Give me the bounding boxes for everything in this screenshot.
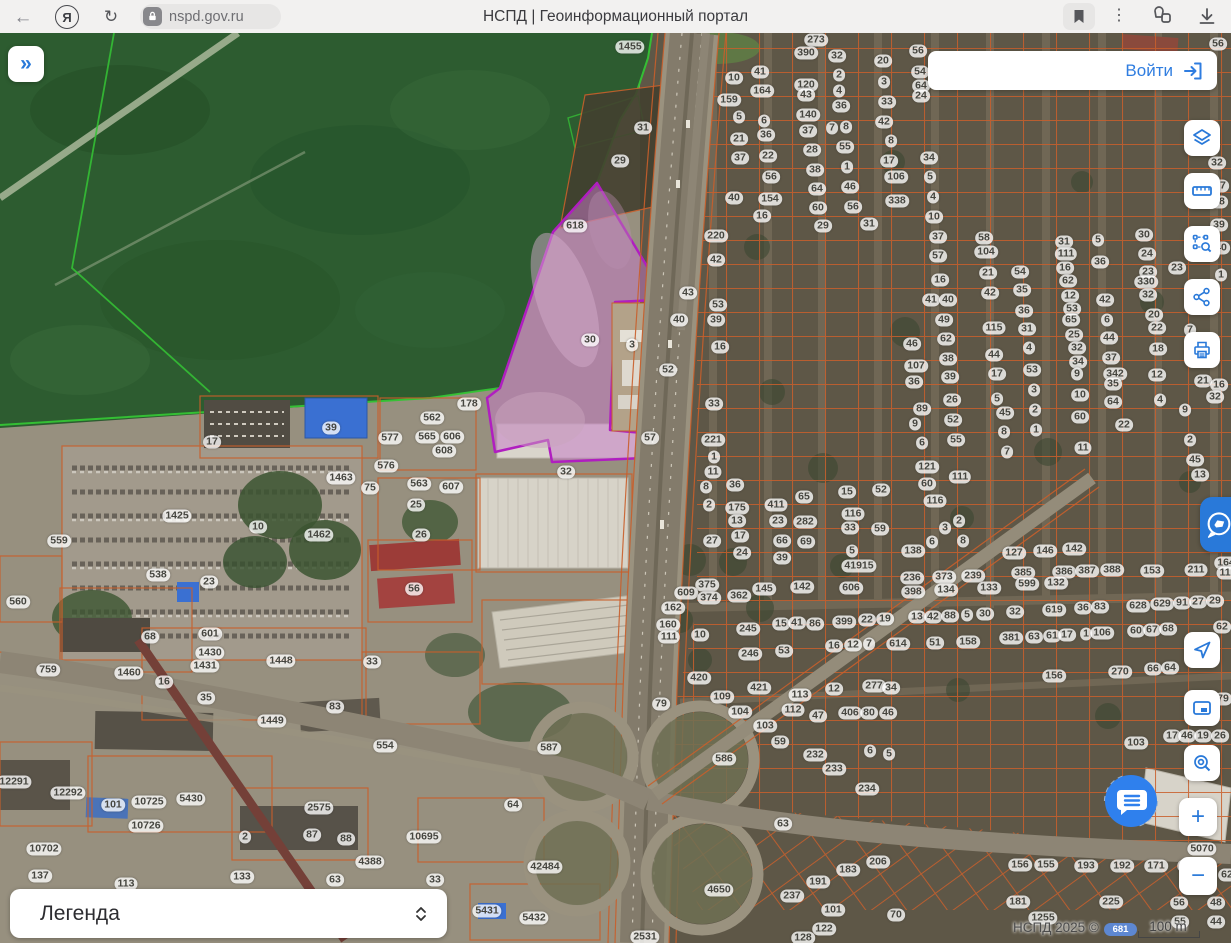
minus-icon: − xyxy=(1191,862,1205,890)
object-count-badge: 681 xyxy=(1104,923,1137,936)
picture-in-picture-icon xyxy=(1191,697,1213,719)
select-area-search-icon xyxy=(1191,233,1213,255)
reload-button[interactable]: ↻ xyxy=(100,5,122,27)
login-icon xyxy=(1182,60,1204,82)
minimap-toggle-button[interactable] xyxy=(1184,690,1220,726)
zoom-out-button[interactable]: − xyxy=(1179,857,1217,895)
satellite-map[interactable] xyxy=(0,0,1231,943)
geolocation-button[interactable] xyxy=(1184,632,1220,668)
print-button[interactable] xyxy=(1184,332,1220,368)
chevron-up-down-icon xyxy=(413,904,429,924)
draw-object-button[interactable] xyxy=(1200,497,1231,552)
share-icon xyxy=(1191,286,1213,308)
downloads-button[interactable] xyxy=(1196,5,1218,27)
measure-button[interactable] xyxy=(1184,173,1220,209)
printer-icon xyxy=(1191,339,1213,361)
browser-logo-icon[interactable]: Я xyxy=(55,5,79,29)
map-attribution: НСПД 2025 © xyxy=(1013,920,1099,935)
bookmark-button[interactable] xyxy=(1063,3,1095,30)
layers-button[interactable] xyxy=(1184,120,1220,156)
double-chevron-right-icon: » xyxy=(20,52,32,76)
zoom-to-extent-button[interactable] xyxy=(1184,745,1220,781)
address-bar[interactable]: nspd.gov.ru xyxy=(140,4,281,29)
geoportal-page: 1455312961830343405257321783956257756560… xyxy=(0,0,1231,943)
tabs-icon xyxy=(1150,5,1174,27)
legend-label: Легенда xyxy=(40,902,120,926)
bookmark-icon xyxy=(1073,9,1085,24)
plus-icon: + xyxy=(1191,803,1205,831)
ruler-icon xyxy=(1191,180,1213,202)
search-login-bar[interactable]: Войти xyxy=(928,51,1217,90)
layers-icon xyxy=(1191,127,1213,149)
draw-polygon-pin-icon xyxy=(1204,510,1231,540)
legend-dropdown[interactable]: Легенда xyxy=(10,889,447,938)
scale-bar xyxy=(1138,931,1200,938)
navigation-arrow-icon xyxy=(1191,639,1213,661)
lock-icon[interactable] xyxy=(143,7,162,26)
expand-panel-button[interactable]: » xyxy=(8,46,44,82)
login-button[interactable]: Войти xyxy=(1125,61,1173,81)
chat-assistant-button[interactable] xyxy=(1093,763,1169,839)
area-search-button[interactable] xyxy=(1184,226,1220,262)
browser-toolbar: ← Я ↻ nspd.gov.ru НСПД | Геоинформационн… xyxy=(0,0,1231,33)
tabs-button[interactable] xyxy=(1150,5,1174,27)
zoom-in-button[interactable]: + xyxy=(1179,798,1217,836)
url-text: nspd.gov.ru xyxy=(169,9,244,25)
browser-menu-button[interactable]: ⋮ xyxy=(1110,5,1128,27)
share-button[interactable] xyxy=(1184,279,1220,315)
magnifier-target-icon xyxy=(1191,752,1213,774)
browser-back-button[interactable]: ← xyxy=(12,6,34,28)
download-icon xyxy=(1196,5,1218,27)
map-viewport[interactable]: 1455312961830343405257321783956257756560… xyxy=(0,0,1231,943)
